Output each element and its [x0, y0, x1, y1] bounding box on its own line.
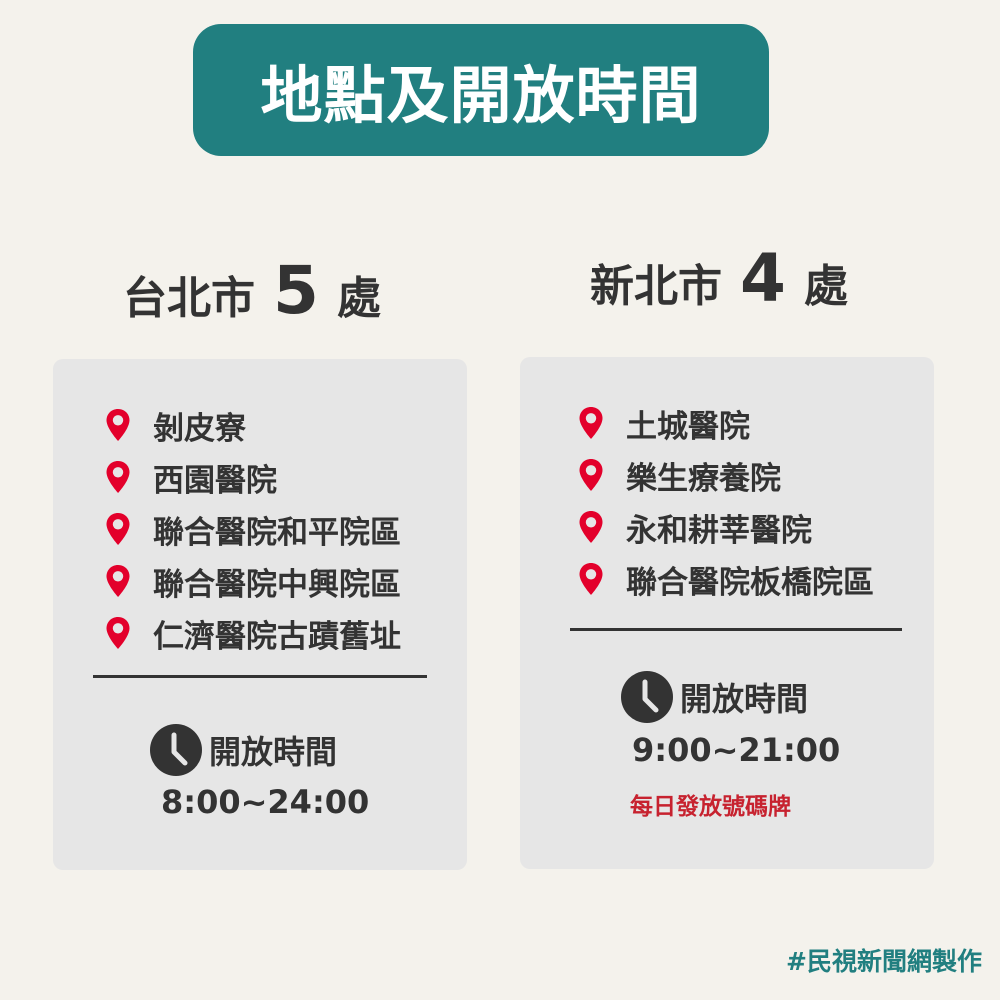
map-pin-icon — [106, 461, 130, 493]
taipei-count-unit: 處 — [336, 273, 381, 324]
location-name: 聯合醫院和平院區 — [153, 514, 401, 551]
taipei-hours-label: 開放時間 — [209, 733, 338, 771]
location-name: 仁濟醫院古蹟舊址 — [153, 618, 401, 655]
taipei-heading: 台北市 5 處 — [123, 252, 381, 329]
location-item: 聯合醫院中興院區 — [105, 555, 401, 607]
location-item: 土城醫院 — [578, 397, 874, 449]
taipei-hours-value: 8:00~24:00 — [161, 783, 370, 821]
map-pin-icon — [106, 565, 130, 597]
newtaipei-heading: 新北市 4 處 — [590, 240, 848, 317]
map-pin-icon — [106, 513, 130, 545]
location-name: 樂生療養院 — [626, 460, 781, 497]
location-name: 聯合醫院中興院區 — [153, 566, 401, 603]
title-banner: 地點及開放時間 — [193, 24, 769, 156]
location-name: 剝皮寮 — [153, 410, 246, 447]
taipei-card: 剝皮寮 西園醫院 聯合醫院和平院區 聯合醫院中興院區 仁濟醫院古蹟舊址 開放時間… — [53, 359, 467, 870]
location-item: 西園醫院 — [105, 451, 401, 503]
map-pin-icon — [579, 511, 603, 543]
divider — [93, 675, 427, 678]
newtaipei-hours-label: 開放時間 — [680, 680, 809, 718]
credit-text: #民視新聞網製作 — [786, 947, 982, 976]
clock-icon — [150, 724, 202, 776]
taipei-hours-label-row: 開放時間 — [149, 723, 337, 777]
location-item: 剝皮寮 — [105, 399, 401, 451]
newtaipei-city-name: 新北市 — [590, 261, 722, 312]
location-name: 永和耕莘醫院 — [626, 512, 812, 549]
divider — [570, 628, 902, 631]
newtaipei-location-count: 4 — [740, 240, 786, 317]
location-item: 仁濟醫院古蹟舊址 — [105, 607, 401, 659]
map-pin-icon — [579, 459, 603, 491]
taipei-location-count: 5 — [273, 252, 319, 329]
location-item: 聯合醫院和平院區 — [105, 503, 401, 555]
location-item: 永和耕莘醫院 — [578, 501, 874, 553]
ticket-note: 每日發放號碼牌 — [630, 794, 791, 820]
taipei-location-list: 剝皮寮 西園醫院 聯合醫院和平院區 聯合醫院中興院區 仁濟醫院古蹟舊址 — [105, 399, 401, 659]
location-item: 聯合醫院板橋院區 — [578, 553, 874, 605]
newtaipei-count-unit: 處 — [803, 261, 848, 312]
taipei-city-name: 台北市 — [123, 273, 255, 324]
newtaipei-card: 土城醫院 樂生療養院 永和耕莘醫院 聯合醫院板橋院區 開放時間 9:00~21:… — [520, 357, 934, 869]
map-pin-icon — [579, 563, 603, 595]
map-pin-icon — [106, 617, 130, 649]
map-pin-icon — [106, 409, 130, 441]
location-name: 聯合醫院板橋院區 — [626, 564, 874, 601]
map-pin-icon — [579, 407, 603, 439]
newtaipei-hours-label-row: 開放時間 — [620, 670, 808, 724]
location-name: 西園醫院 — [153, 462, 277, 499]
clock-icon — [621, 671, 673, 723]
newtaipei-location-list: 土城醫院 樂生療養院 永和耕莘醫院 聯合醫院板橋院區 — [578, 397, 874, 605]
location-name: 土城醫院 — [626, 408, 750, 445]
location-item: 樂生療養院 — [578, 449, 874, 501]
page-title: 地點及開放時間 — [260, 59, 702, 132]
newtaipei-hours-value: 9:00~21:00 — [632, 731, 841, 769]
